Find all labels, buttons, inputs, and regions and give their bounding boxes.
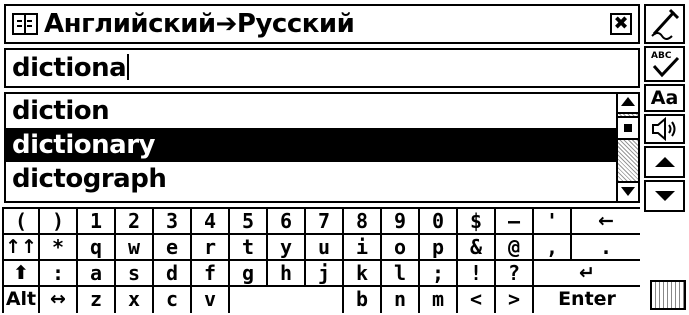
suggestion-list: diction dictionary dictograph — [4, 92, 640, 203]
key[interactable]: l — [382, 261, 420, 285]
dictionary-screen: Английский➔Русский ✖ dictiona diction di… — [0, 0, 689, 313]
key[interactable]: o — [382, 235, 420, 259]
key[interactable]: r — [192, 235, 230, 259]
enter-key[interactable]: Enter — [534, 287, 640, 313]
list-item[interactable]: dictograph — [6, 162, 616, 196]
close-button[interactable]: ✖ — [610, 13, 632, 35]
key[interactable]: 4 — [192, 209, 230, 233]
list-scrollbar[interactable] — [616, 94, 638, 201]
search-input[interactable]: dictiona — [4, 48, 640, 88]
key[interactable]: v — [192, 287, 230, 313]
scroll-down-arrow-icon[interactable] — [618, 181, 638, 201]
search-value: dictiona — [12, 53, 127, 83]
keyboard-row-4: Alt ↔ z x c v b n m < > Enter — [2, 285, 640, 313]
keyboard-row-1: ( ) 1 2 3 4 5 6 7 8 9 0 $ – ' ← — [2, 207, 640, 233]
title-bar: Английский➔Русский ✖ — [4, 4, 640, 44]
page-up-button[interactable] — [644, 146, 685, 178]
handwriting-button[interactable] — [644, 4, 685, 44]
triangle-down-icon — [654, 191, 675, 201]
key[interactable]: 3 — [154, 209, 192, 233]
key[interactable]: 6 — [268, 209, 306, 233]
key[interactable]: c — [154, 287, 192, 313]
window-title: Английский➔Русский — [44, 9, 355, 39]
shift-key[interactable]: ⬆ — [2, 261, 40, 285]
key[interactable]: 1 — [78, 209, 116, 233]
key[interactable]: ) — [40, 209, 78, 233]
key[interactable]: 5 — [230, 209, 268, 233]
key[interactable]: * — [40, 235, 78, 259]
keyboard-row-3: ⬆ : a s d f g h j k l ; ! ? ↵ — [2, 259, 640, 285]
keyboard-row-2: ↑↑ * q w e r t y u i o p & @ , . — [2, 233, 640, 259]
key[interactable]: n — [382, 287, 420, 313]
key[interactable]: q — [78, 235, 116, 259]
book-icon — [12, 13, 38, 35]
onscreen-keyboard: ( ) 1 2 3 4 5 6 7 8 9 0 $ – ' ← ↑↑ * q w… — [2, 207, 640, 315]
text-caret — [127, 54, 130, 80]
key[interactable]: : — [40, 261, 78, 285]
key[interactable]: . — [572, 235, 640, 259]
key[interactable]: z — [78, 287, 116, 313]
key[interactable]: t — [230, 235, 268, 259]
caps-lock-key[interactable]: ↑↑ — [2, 235, 40, 259]
alt-key[interactable]: Alt — [2, 287, 40, 313]
key[interactable]: ; — [420, 261, 458, 285]
key[interactable]: @ — [496, 235, 534, 259]
list-item[interactable]: diction — [6, 94, 616, 128]
key[interactable]: i — [344, 235, 382, 259]
key[interactable]: p — [420, 235, 458, 259]
key[interactable]: – — [496, 209, 534, 233]
spellcheck-button[interactable]: ABC — [644, 46, 685, 82]
key[interactable]: s — [116, 261, 154, 285]
triangle-up-icon — [654, 157, 675, 167]
key[interactable]: , — [534, 235, 572, 259]
key[interactable]: g — [230, 261, 268, 285]
key[interactable]: $ — [458, 209, 496, 233]
key[interactable]: > — [496, 287, 534, 313]
key[interactable]: f — [192, 261, 230, 285]
scroll-up-arrow-icon[interactable] — [618, 94, 638, 114]
page-down-button[interactable] — [644, 180, 685, 212]
speaker-icon — [651, 116, 675, 142]
enter-arrow-key[interactable]: ↵ — [534, 261, 640, 285]
key[interactable]: 8 — [344, 209, 382, 233]
key[interactable]: w — [116, 235, 154, 259]
key[interactable]: ( — [2, 209, 40, 233]
speak-button[interactable] — [644, 114, 685, 144]
font-size-button[interactable]: Aa — [644, 84, 685, 112]
key[interactable]: 2 — [116, 209, 154, 233]
key[interactable]: 0 — [420, 209, 458, 233]
key[interactable]: 9 — [382, 209, 420, 233]
scroll-thumb[interactable] — [618, 116, 638, 140]
key[interactable]: ' — [534, 209, 572, 233]
keyboard-icon[interactable] — [650, 280, 686, 310]
key[interactable]: j — [306, 261, 344, 285]
key[interactable]: h — [268, 261, 306, 285]
key[interactable]: 7 — [306, 209, 344, 233]
handwriting-icon — [650, 8, 679, 40]
backspace-key[interactable]: ← — [572, 209, 640, 233]
key[interactable]: & — [458, 235, 496, 259]
key[interactable]: b — [344, 287, 382, 313]
spellcheck-icon: ABC — [651, 51, 679, 78]
key[interactable]: u — [306, 235, 344, 259]
search-input-text: dictiona — [12, 53, 130, 83]
key[interactable]: < — [458, 287, 496, 313]
key[interactable]: ! — [458, 261, 496, 285]
list-item-selected[interactable]: dictionary — [6, 128, 616, 162]
key[interactable]: d — [154, 261, 192, 285]
key[interactable]: y — [268, 235, 306, 259]
language-switch-key[interactable]: ↔ — [40, 287, 78, 313]
key[interactable]: x — [116, 287, 154, 313]
space-key[interactable] — [230, 287, 344, 313]
key[interactable]: ? — [496, 261, 534, 285]
key[interactable]: e — [154, 235, 192, 259]
key[interactable]: m — [420, 287, 458, 313]
svg-text:ABC: ABC — [651, 51, 672, 61]
key[interactable]: a — [78, 261, 116, 285]
key[interactable]: k — [344, 261, 382, 285]
